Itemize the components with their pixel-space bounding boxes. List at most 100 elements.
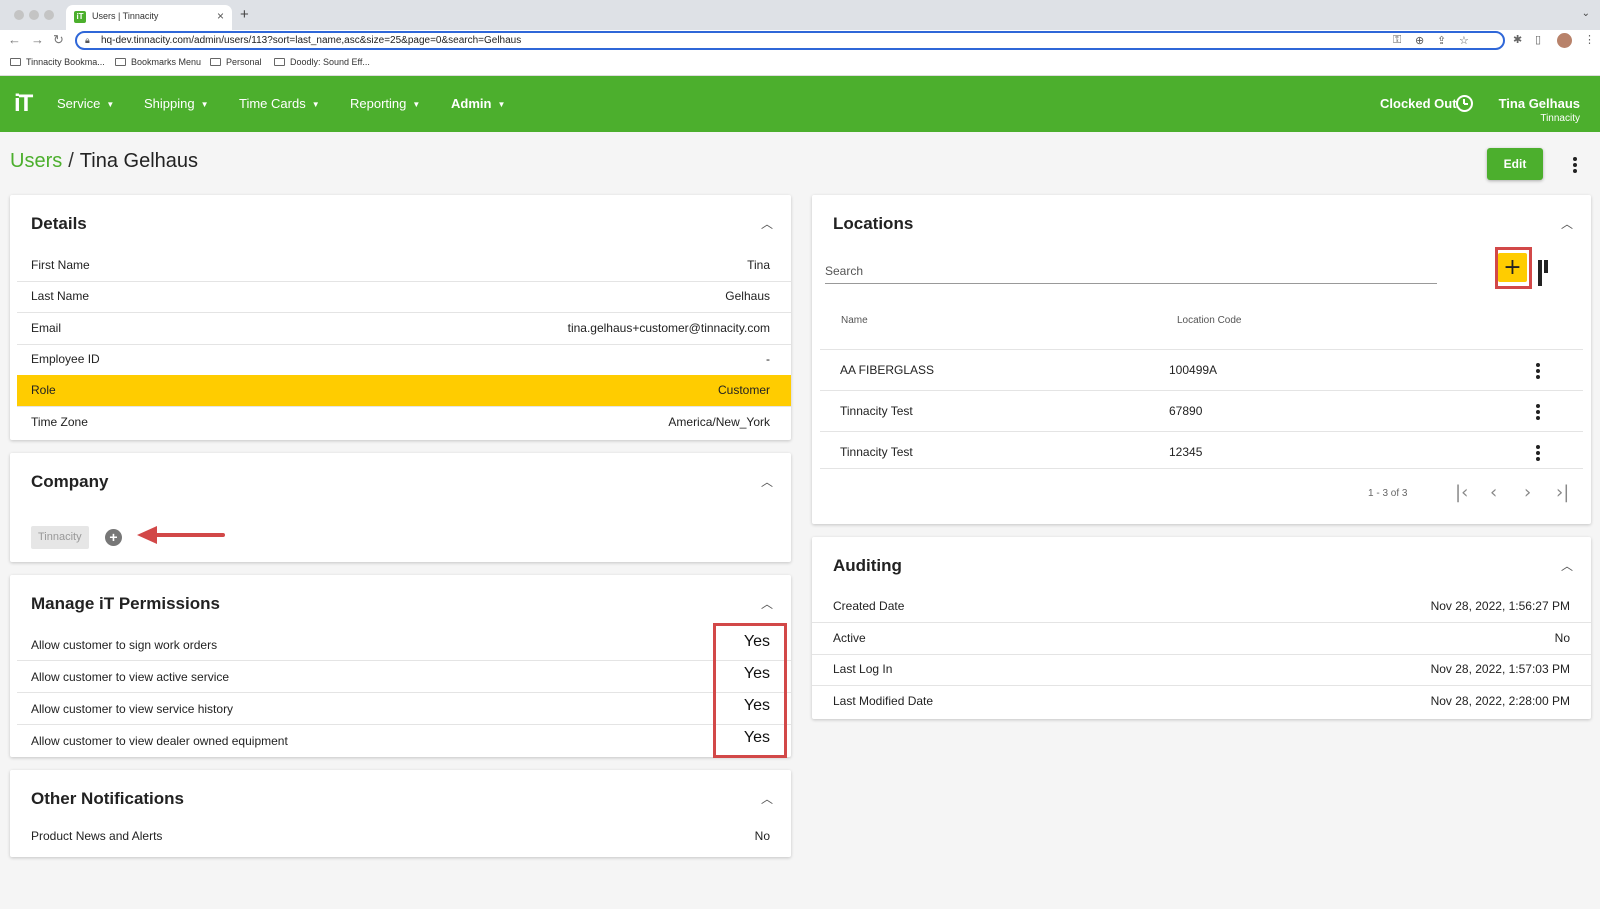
browser-toolbar: ← → ↻ 🔒︎ hq-dev.tinnacity.com/admin/user… — [0, 30, 1600, 52]
bookmarks-bar: Tinnacity Bookma... Bookmarks Menu Perso… — [0, 52, 1600, 76]
chevron-up-icon[interactable]: ︿ — [761, 790, 773, 807]
app-logo[interactable]: iT — [14, 90, 33, 118]
lock-icon: 🔒︎ — [85, 35, 90, 45]
share-icon[interactable]: ⇪ — [1437, 34, 1446, 47]
details-card: Details ︿ First Name Tina Last Name Gelhau… — [10, 195, 791, 440]
app-header: iT Service ▼ Shipping ▼ Time Cards ▼ Report… — [0, 76, 1600, 132]
window-minimize-dot[interactable] — [29, 10, 39, 20]
reload-icon[interactable]: ↻ — [53, 32, 64, 48]
detail-row: Email tina.gelhaus+customer@tinnacity.com — [17, 313, 791, 345]
nav-reporting[interactable]: Reporting ▼ — [350, 96, 420, 111]
company-card: Company ︿ Tinnacity + — [10, 453, 791, 562]
locations-card: Locations ︿ + Name Location Code AA FIBE… — [812, 195, 1591, 524]
permissions-card: Manage iT Permissions ︿ Allow customer t… — [10, 575, 791, 758]
column-header-name[interactable]: Name — [841, 315, 868, 326]
browser-menu-icon[interactable]: ⋮ — [1584, 33, 1595, 46]
caret-down-icon: ▼ — [412, 100, 421, 109]
permission-row: Allow customer to view active service Yes — [17, 661, 791, 693]
annotation-box — [713, 623, 787, 758]
detail-row: Employee ID - — [17, 344, 791, 376]
address-bar[interactable]: 🔒︎ hq-dev.tinnacity.com/admin/users/113?… — [75, 31, 1505, 50]
nav-shipping[interactable]: Shipping ▼ — [144, 96, 209, 111]
edit-button[interactable]: Edit — [1487, 148, 1543, 180]
pager-label: 1 - 3 of 3 — [1368, 488, 1408, 499]
auditing-card: Auditing ︿ Created Date Nov 28, 2022, 1:5… — [812, 537, 1591, 719]
detail-row: First Name Tina — [17, 250, 791, 282]
table-divider — [820, 468, 1583, 469]
back-icon[interactable]: ← — [8, 32, 21, 47]
bookmark-star-icon[interactable]: ☆ — [1459, 34, 1469, 47]
company-chip[interactable]: Tinnacity — [31, 526, 89, 549]
add-company-icon[interactable]: + — [105, 529, 122, 546]
column-header-location-code[interactable]: Location Code — [1177, 315, 1242, 326]
user-name[interactable]: Tina Gelhaus — [1499, 96, 1580, 111]
nav-time-cards[interactable]: Time Cards ▼ — [239, 96, 320, 111]
window-maximize-dot[interactable] — [44, 10, 54, 20]
permission-row: Allow customer to view service history Ye… — [17, 693, 791, 725]
nav-service[interactable]: Service ▼ — [57, 96, 114, 111]
zoom-icon[interactable]: ⊕ — [1415, 34, 1424, 47]
permission-row: Allow customer to view dealer owned equi… — [31, 729, 770, 748]
bookmark-item[interactable]: Doodly: Sound Eff... — [274, 57, 370, 67]
chevron-up-icon[interactable]: ︿ — [761, 215, 773, 232]
profile-avatar[interactable] — [1557, 33, 1572, 48]
add-location-button[interactable]: + — [1498, 253, 1527, 282]
forward-icon[interactable]: → — [31, 32, 44, 47]
table-row[interactable]: AA FIBERGLASS 100499A — [820, 349, 1583, 390]
close-tab-icon[interactable]: × — [217, 9, 224, 23]
first-page-icon[interactable]: |‹ — [1455, 482, 1468, 503]
prev-page-icon[interactable]: ‹ — [1490, 482, 1497, 503]
key-icon[interactable]: ⚿ — [1393, 34, 1401, 47]
caret-down-icon: ▼ — [311, 100, 320, 109]
caret-down-icon: ▼ — [497, 100, 506, 109]
new-tab-icon[interactable]: + — [240, 6, 249, 23]
window-close-dot[interactable] — [14, 10, 24, 20]
folder-icon — [210, 58, 221, 66]
breadcrumb-users-link[interactable]: Users — [10, 150, 62, 172]
chevron-up-icon[interactable]: ︿ — [1561, 215, 1573, 232]
browser-tabstrip: iT Users | Tinnacity × + ⌄ — [0, 0, 1600, 30]
company-title: Company — [31, 472, 109, 491]
location-search-input[interactable] — [825, 259, 1437, 284]
page-icon — [274, 58, 285, 66]
permissions-title: Manage iT Permissions — [31, 594, 220, 613]
row-more-icon[interactable] — [1536, 404, 1540, 422]
row-more-icon[interactable] — [1536, 445, 1540, 463]
browser-tab[interactable]: iT Users | Tinnacity × — [66, 5, 232, 30]
folder-icon — [10, 58, 21, 66]
nav-admin[interactable]: Admin ▼ — [451, 96, 505, 111]
row-more-icon[interactable] — [1536, 363, 1540, 381]
page-title: Tina Gelhaus — [79, 150, 199, 172]
user-company: Tinnacity — [1540, 113, 1580, 124]
notifications-title: Other Notifications — [31, 789, 185, 808]
tab-search-icon[interactable]: ⌄ — [1582, 8, 1590, 19]
bookmark-item[interactable]: Personal — [210, 57, 262, 67]
chevron-up-icon[interactable]: ︿ — [761, 595, 773, 612]
table-row[interactable]: Tinnacity Test 12345 — [820, 431, 1583, 472]
chevron-up-icon[interactable]: ︿ — [761, 473, 773, 490]
caret-down-icon: ▼ — [200, 100, 209, 109]
audit-row: Last Modified Date Nov 28, 2022, 2:28:00 … — [833, 694, 1570, 708]
permission-row: Allow customer to sign work orders Yes — [17, 629, 791, 661]
breadcrumb-separator: / — [68, 150, 74, 172]
clock-status[interactable]: Clocked Out — [1380, 96, 1457, 111]
auditing-title: Auditing — [833, 556, 902, 575]
side-panel-icon[interactable]: ▯ — [1535, 33, 1541, 46]
detail-row: Time Zone America/New_York — [31, 415, 770, 429]
page-more-icon[interactable] — [1573, 157, 1577, 175]
bookmark-item[interactable]: Bookmarks Menu — [115, 57, 201, 67]
extensions-icon[interactable]: ✱ — [1513, 33, 1522, 46]
tab-title: Users | Tinnacity — [92, 11, 159, 21]
table-row[interactable]: Tinnacity Test 67890 — [820, 390, 1583, 431]
view-columns-icon[interactable] — [1538, 260, 1554, 286]
locations-title: Locations — [833, 214, 914, 233]
chevron-up-icon[interactable]: ︿ — [1561, 557, 1573, 574]
next-page-icon[interactable]: › — [1524, 482, 1531, 503]
audit-row: Created Date Nov 28, 2022, 1:56:27 PM — [812, 591, 1591, 623]
details-title: Details — [31, 214, 87, 233]
caret-down-icon: ▼ — [106, 100, 115, 109]
clock-icon[interactable] — [1456, 95, 1473, 112]
bookmark-item[interactable]: Tinnacity Bookma... — [10, 57, 105, 67]
last-page-icon[interactable]: ›| — [1556, 482, 1569, 503]
detail-row-role: Role Customer — [17, 375, 791, 407]
